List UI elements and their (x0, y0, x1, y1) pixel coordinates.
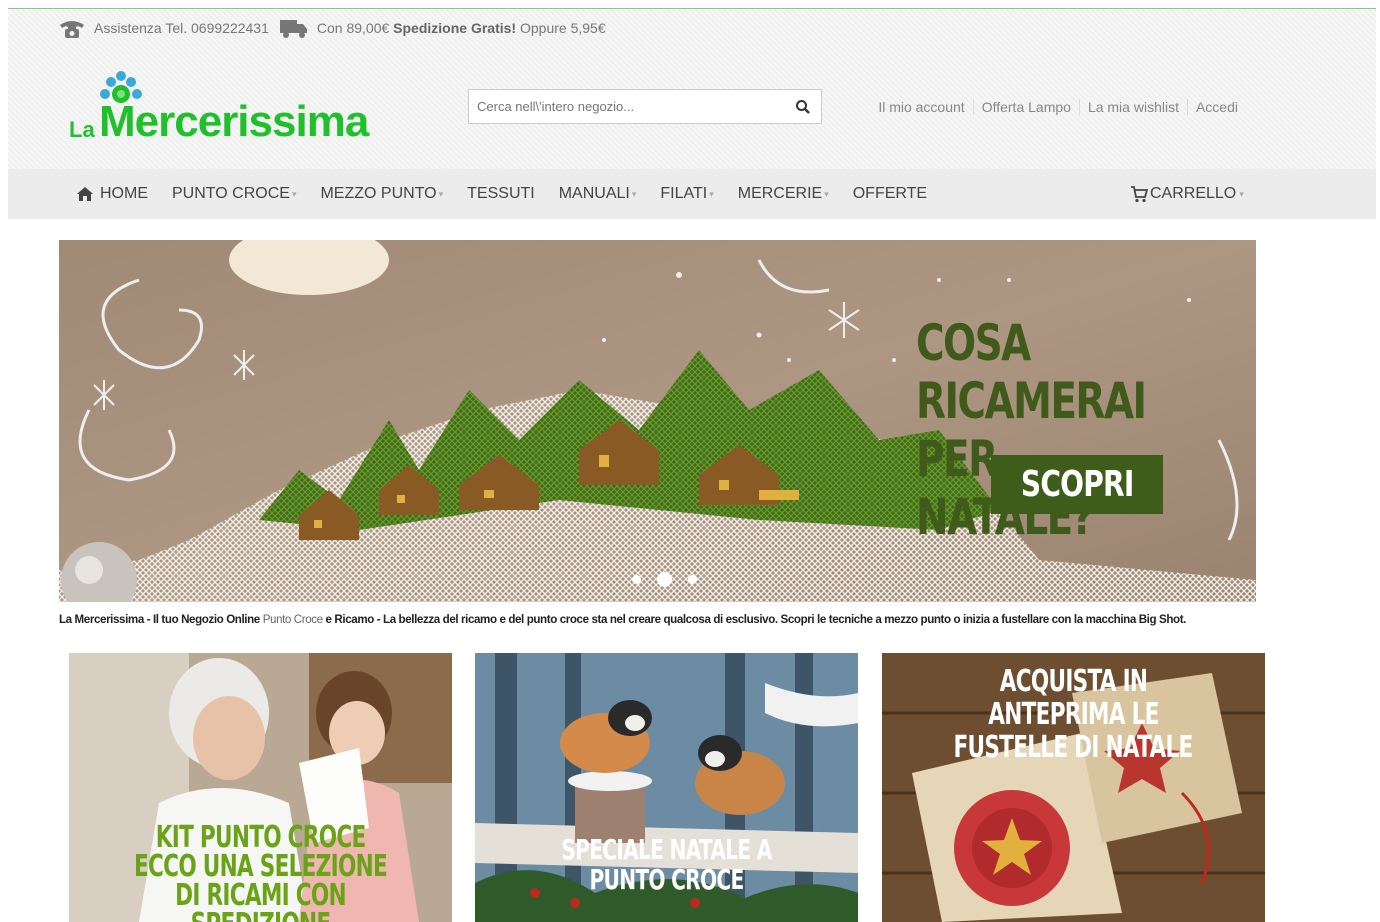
main-nav: HOME PUNTO CROCE ▾ MEZZO PUNTO ▾ TESSUTI M… (8, 169, 1376, 219)
nav-item-tessuti[interactable]: TESSUTI (467, 185, 535, 203)
support-phone-text: Assistenza Tel. 0699222431 (94, 20, 269, 36)
wishlist-link[interactable]: La mia wishlist (1078, 99, 1187, 115)
nav-item-mezzo-punto[interactable]: MEZZO PUNTO ▾ (320, 185, 443, 203)
nav-item-label: MERCERIE (737, 185, 823, 202)
tagline-part2: e Ricamo - La bellezza del ricamo e del … (322, 613, 1187, 626)
shipping-prefix: Con 89,00€ (316, 20, 390, 36)
nav-item-label: MANUALI (558, 185, 630, 202)
chevron-down-icon: ▾ (1239, 188, 1244, 199)
truck-icon (279, 20, 307, 38)
chevron-down-icon: ▾ (824, 188, 829, 199)
banner-headline-line1: COSA RICAMERAI (916, 314, 1147, 430)
account-links: Il mio account Offerta Lampo La mia wish… (870, 99, 1246, 115)
my-account-link[interactable]: Il mio account (870, 99, 972, 115)
cart-button[interactable]: CARRELLO ▾ (1130, 169, 1244, 219)
nav-item-label: FILATI (660, 185, 708, 202)
search-box (468, 89, 822, 124)
shipping-suffix: Oppure 5,95€ (519, 20, 606, 36)
promo-kit-line3: SPEDIZIONE IMMEDIATA (123, 910, 399, 922)
logo-prefix: La (69, 117, 95, 142)
flash-offer-link[interactable]: Offerta Lampo (972, 99, 1079, 115)
discover-button-label: SCOPRI (1020, 464, 1134, 505)
cart-label: CARRELLO (1150, 185, 1237, 202)
site-tagline: La Mercerissima - Il tuo Negozio Online … (59, 613, 1269, 626)
promo-speciale-natale[interactable]: SPECIALE NATALE A PUNTO CROCE (475, 653, 858, 922)
logo-name: Mercerissima (99, 97, 369, 146)
promo-fustelle-line1: ACQUISTA IN ANTEPRIMA LE (988, 664, 1159, 732)
cart-icon (1131, 186, 1148, 203)
promo-fustelle-caption: ACQUISTA IN ANTEPRIMA LE FUSTELLE DI NAT… (882, 665, 1265, 764)
promo-fustelle-line2: FUSTELLE DI NATALE (953, 730, 1194, 765)
chevron-down-icon: ▾ (438, 188, 444, 199)
search-input[interactable] (469, 90, 787, 123)
promo-natale-line1: SPECIALE NATALE A PUNTO CROCE (561, 833, 772, 896)
slider-dot[interactable] (688, 575, 697, 584)
nav-item-label: PUNTO CROCE (172, 185, 290, 202)
promo-kit-line2: ECCO UNA SELEZIONE DI RICAMI CON (134, 849, 388, 913)
nav-item-label: TESSUTI (467, 185, 535, 202)
nav-item-label: HOME (100, 185, 148, 202)
home-icon (77, 187, 93, 201)
promo-kit-caption: KIT PUNTO CROCE ECCO UNA SELEZIONE DI RI… (69, 823, 452, 922)
nav-item-label: OFFERTE (852, 185, 928, 202)
site-header: Assistenza Tel. 0699222431 Con 89,00€ Sp… (8, 9, 1376, 169)
hero-slider[interactable]: COSA RICAMERAI PER NATALE? SCOPRI (59, 240, 1256, 602)
nav-item-label: MEZZO PUNTO (320, 185, 437, 202)
site-logo[interactable]: La Mercerissima (63, 67, 383, 157)
shipping-info: Con 89,00€ Spedizione Gratis! Oppure 5,9… (317, 20, 606, 36)
tagline-part1: La Mercerissima - Il tuo Negozio Online (59, 613, 263, 626)
login-link[interactable]: Accedi (1186, 99, 1246, 115)
slider-dot-active[interactable] (657, 572, 672, 587)
chevron-down-icon: ▾ (709, 188, 714, 199)
nav-item-home[interactable]: HOME (76, 185, 148, 203)
top-info-bar: Assistenza Tel. 0699222431 Con 89,00€ Sp… (58, 15, 606, 41)
phone-icon (60, 21, 84, 38)
search-icon[interactable] (795, 99, 811, 115)
promo-kit-line1: KIT PUNTO CROCE (155, 820, 366, 855)
promo-fustelle-natale[interactable]: ACQUISTA IN ANTEPRIMA LE FUSTELLE DI NAT… (882, 653, 1265, 922)
nav-item-punto-croce[interactable]: PUNTO CROCE ▾ (172, 185, 296, 203)
shipping-free-label: Spedizione Gratis! (393, 20, 517, 36)
tagline-punto-croce-link[interactable]: Punto Croce (263, 613, 323, 626)
discover-button[interactable]: SCOPRI (991, 455, 1163, 514)
promo-kit-punto-croce[interactable]: KIT PUNTO CROCE ECCO UNA SELEZIONE DI RI… (69, 653, 452, 922)
nav-item-offerte[interactable]: OFFERTE (853, 185, 927, 203)
nav-item-manuali[interactable]: MANUALI ▾ (559, 185, 637, 203)
slider-dots (624, 572, 705, 587)
slider-dot[interactable] (632, 575, 641, 584)
chevron-down-icon: ▾ (291, 188, 297, 199)
promo-natale-caption: SPECIALE NATALE A PUNTO CROCE (475, 835, 858, 895)
nav-item-mercerie[interactable]: MERCERIE ▾ (738, 185, 829, 203)
nav-item-filati[interactable]: FILATI ▾ (660, 185, 713, 203)
chevron-down-icon: ▾ (631, 188, 637, 199)
